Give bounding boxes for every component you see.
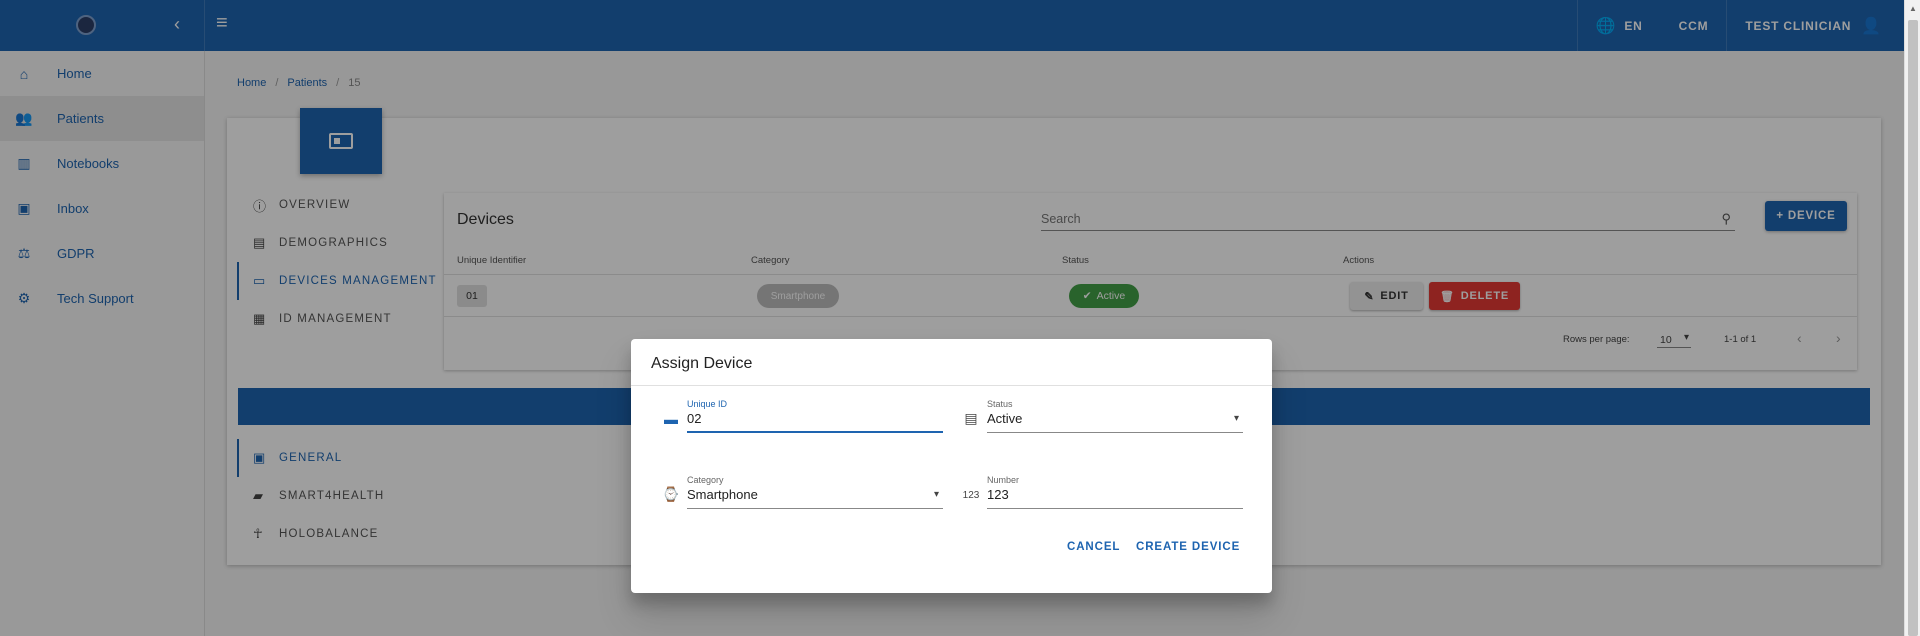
status-icon: ▤ [964,410,978,426]
unique-id-label: Unique ID [687,399,728,409]
number-label: Number [987,475,1020,485]
cancel-button[interactable]: CANCEL [1067,541,1120,553]
number-icon: 123 [962,490,980,501]
scroll-up-icon[interactable]: ▲ [1909,4,1917,13]
create-device-button[interactable]: CREATE DEVICE [1136,541,1240,553]
watch-icon: ⌚ [662,486,680,502]
caret-down-icon: ▾ [933,489,939,500]
unique-id-field[interactable]: Unique ID 02 [687,399,943,435]
dialog-title: Assign Device [651,355,753,372]
id-icon: ▬ [664,411,678,427]
number-value: 123 [987,487,1009,502]
number-field[interactable]: Number 123 [987,475,1243,511]
category-value: Smartphone [687,487,758,502]
status-value: Active [987,411,1023,426]
assign-device-dialog: Assign Device ▬ Unique ID 02 ▤ Status Ac… [631,339,1272,593]
status-label: Status [987,399,1013,409]
unique-id-value: 02 [687,411,702,426]
dialog-divider [631,385,1272,386]
page-scrollbar[interactable]: ▲ [1904,0,1920,636]
caret-down-icon: ▾ [1233,413,1239,424]
category-select[interactable]: Category Smartphone ▾ [687,475,943,511]
status-select[interactable]: Status Active ▾ [987,399,1243,435]
category-label: Category [687,475,724,485]
scrollbar-thumb[interactable] [1908,20,1918,636]
